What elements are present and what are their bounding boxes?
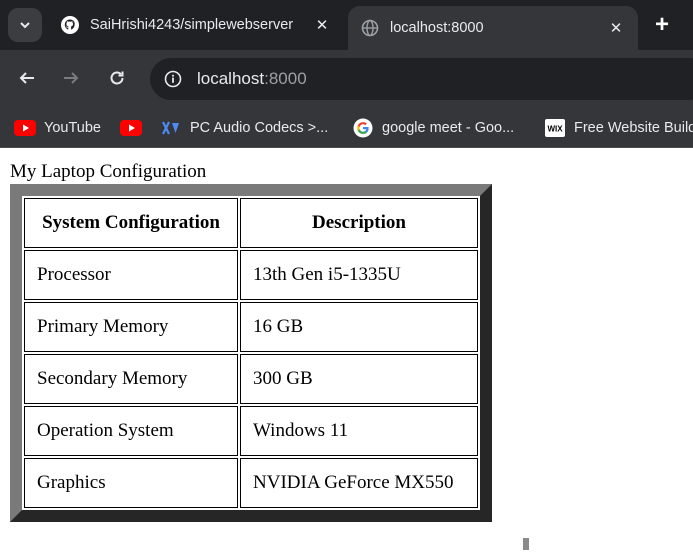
reload-icon	[110, 71, 124, 85]
browser-toolbar: localhost:8000	[0, 50, 693, 108]
globe-icon	[360, 18, 380, 38]
table-cell-value: NVIDIA GeForce MX550	[240, 458, 478, 508]
codec-icon	[160, 119, 182, 137]
reload-button[interactable]	[102, 63, 132, 93]
table-cell-label: Processor	[24, 250, 238, 300]
table-cell-label: Secondary Memory	[24, 354, 238, 404]
url-port: :8000	[264, 69, 307, 88]
site-info-icon[interactable]	[162, 68, 184, 90]
table-cell-value: Windows 11	[240, 406, 478, 456]
bookmark-wix[interactable]: WIX Free Website Builder	[544, 116, 693, 140]
bookmark-pc-audio-codecs[interactable]: PC Audio Codecs >...	[160, 116, 328, 140]
tab-strip: SaiHrishi4243/simplewebserver ✕ localhos…	[0, 0, 693, 50]
table-row: Graphics NVIDIA GeForce MX550	[24, 458, 478, 508]
table-cell-label: Primary Memory	[24, 302, 238, 352]
column-header: System Configuration	[24, 198, 238, 248]
address-url[interactable]: localhost:8000	[197, 69, 307, 89]
bookmark-label: PC Audio Codecs >...	[190, 120, 329, 136]
arrow-left-icon	[19, 72, 34, 84]
forward-button[interactable]	[56, 63, 86, 93]
bookmarks-bar: YouTube PC Audio Codecs >... google meet…	[0, 108, 693, 148]
svg-text:WIX: WIX	[547, 125, 563, 134]
tab-search-button[interactable]	[8, 8, 42, 42]
text-cursor-icon	[523, 538, 529, 550]
bookmark-youtube[interactable]: YouTube	[14, 116, 101, 140]
bookmark-label: Free Website Builder	[574, 120, 693, 136]
wix-icon: WIX	[544, 119, 566, 137]
tab-title: localhost:8000	[390, 20, 484, 36]
page-heading: My Laptop Configuration	[10, 161, 207, 182]
table-cell-value: 300 GB	[240, 354, 478, 404]
github-icon	[60, 15, 80, 35]
column-header: Description	[240, 198, 478, 248]
table-row: Secondary Memory 300 GB	[24, 354, 478, 404]
close-icon[interactable]: ✕	[310, 13, 334, 37]
tab-github[interactable]: SaiHrishi4243/simplewebserver ✕	[48, 0, 344, 50]
arrow-right-icon	[64, 72, 79, 84]
table-header-row: System Configuration Description	[24, 198, 478, 248]
table-cell-label: Graphics	[24, 458, 238, 508]
table-row: Primary Memory 16 GB	[24, 302, 478, 352]
back-button[interactable]	[12, 63, 42, 93]
tab-title: SaiHrishi4243/simplewebserver	[90, 17, 294, 33]
bookmark-label: YouTube	[44, 120, 101, 136]
youtube-icon	[120, 119, 142, 137]
bookmark-label: google meet - Goo...	[382, 120, 515, 136]
table-row: Processor 13th Gen i5-1335U	[24, 250, 478, 300]
config-table: System Configuration Description Process…	[10, 184, 492, 522]
bookmark-youtube-2[interactable]	[120, 116, 150, 140]
table-cell-label: Operation System	[24, 406, 238, 456]
table-row: Operation System Windows 11	[24, 406, 478, 456]
google-icon	[352, 118, 374, 138]
new-tab-button[interactable]: +	[645, 10, 679, 40]
page-content: My Laptop Configuration System Configura…	[0, 149, 693, 560]
bookmark-google-meet[interactable]: google meet - Goo...	[352, 116, 514, 140]
url-host: localhost	[197, 69, 265, 88]
close-icon[interactable]: ✕	[604, 16, 628, 40]
chevron-down-icon	[20, 22, 30, 29]
table-cell-value: 16 GB	[240, 302, 478, 352]
youtube-icon	[14, 119, 36, 137]
address-bar[interactable]: localhost:8000	[150, 58, 693, 100]
table-cell-value: 13th Gen i5-1335U	[240, 250, 478, 300]
tab-localhost[interactable]: localhost:8000 ✕	[348, 6, 638, 50]
